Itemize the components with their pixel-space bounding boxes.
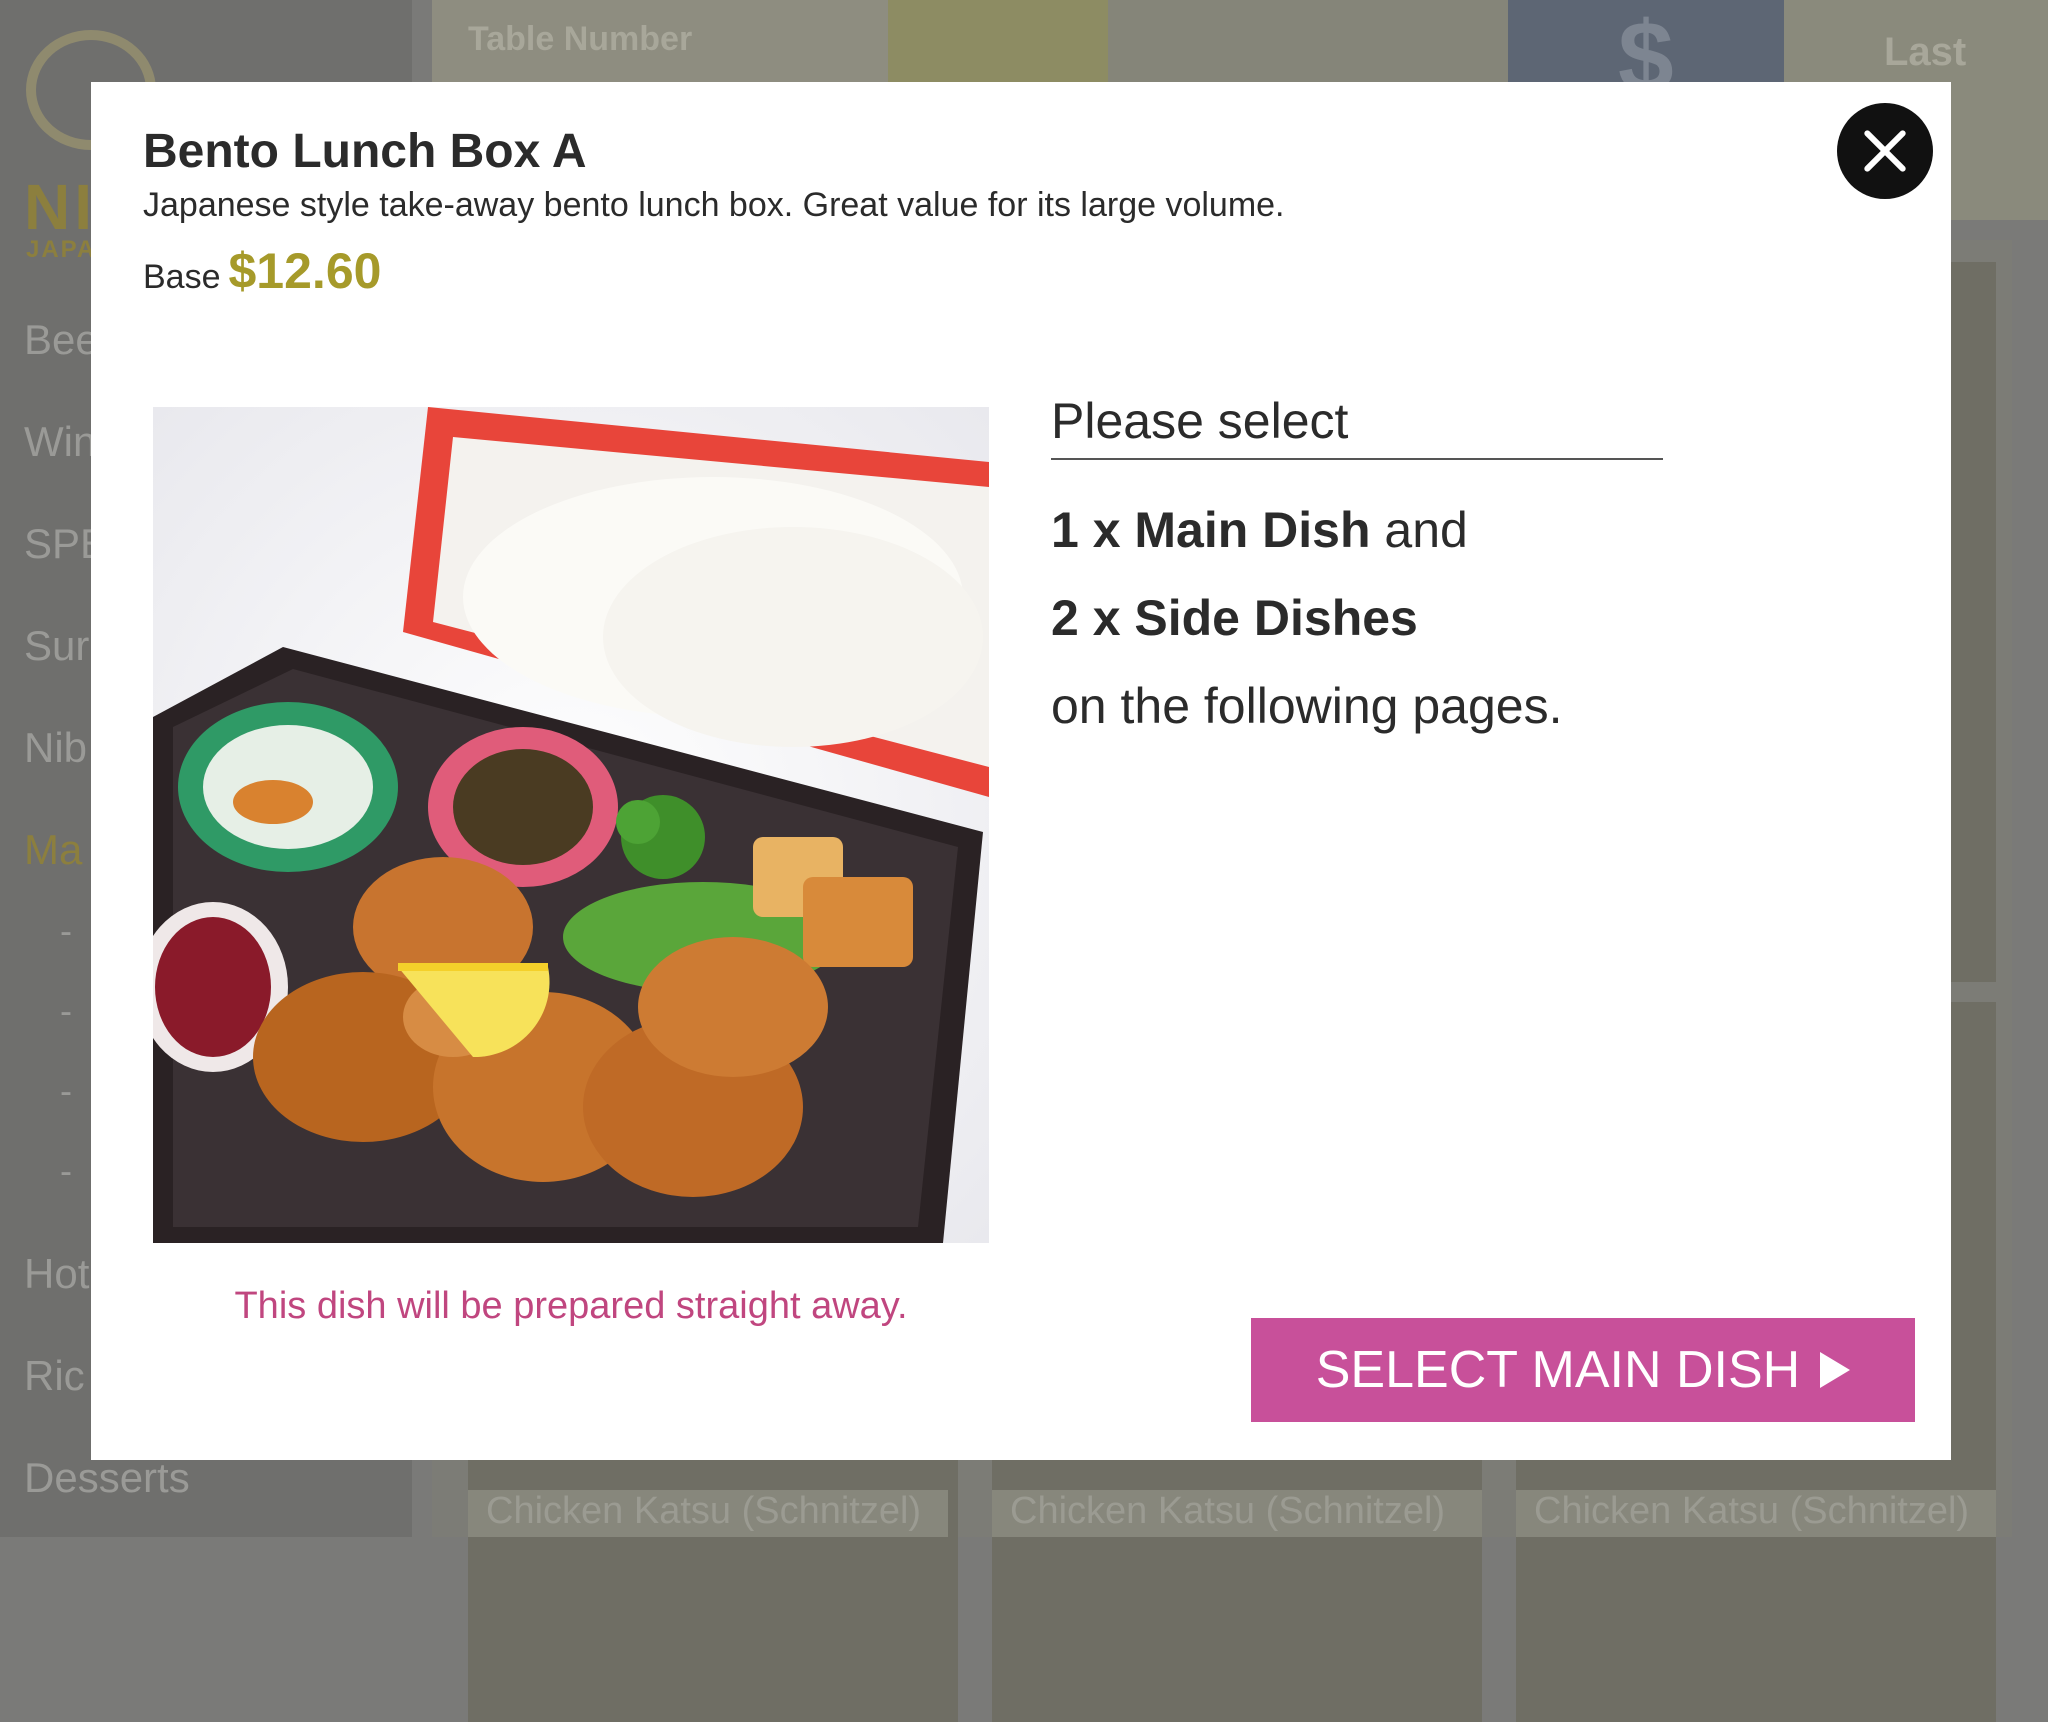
menu-card-caption: Chicken Katsu (Schnitzel): [1516, 1490, 1996, 1537]
sidebar-subitem[interactable]: -: [60, 990, 72, 1032]
instructions-heading: Please select: [1051, 392, 1663, 460]
bento-illustration: [153, 407, 989, 1243]
preparation-note: This dish will be prepared straight away…: [234, 1285, 908, 1327]
sidebar-subitem[interactable]: -: [60, 910, 72, 952]
instruction-side-dishes: 2 x Side Dishes: [1051, 574, 1671, 662]
close-icon[interactable]: [1837, 103, 1933, 199]
instruction-following-pages: on the following pages.: [1051, 678, 1563, 734]
sidebar-subitem[interactable]: -: [60, 1070, 72, 1112]
sidebar-item-rice[interactable]: Ric: [24, 1352, 85, 1400]
selection-instructions: Please select 1 x Main Dish and 2 x Side…: [1051, 392, 1671, 750]
item-title: Bento Lunch Box A: [143, 125, 587, 178]
side-dish-count: 2 x Side Dishes: [1051, 590, 1418, 646]
select-main-dish-button[interactable]: SELECT MAIN DISH: [1251, 1318, 1915, 1422]
select-main-dish-label: SELECT MAIN DISH: [1315, 1341, 1801, 1399]
play-triangle-icon: [1820, 1352, 1851, 1388]
logo-text: NI: [24, 171, 96, 243]
logo-subtext: JAPA: [26, 236, 97, 263]
item-price-row: Base $12.60: [143, 242, 381, 300]
sidebar-item-sushi[interactable]: Sur: [24, 622, 89, 670]
sidebar-item-nibbles[interactable]: Nib: [24, 724, 87, 772]
sidebar-item-desserts[interactable]: Desserts: [24, 1454, 190, 1502]
sidebar-item-beer[interactable]: Bee: [24, 316, 99, 364]
main-dish-count: 1 x Main Dish: [1051, 502, 1371, 558]
menu-card-caption: Chicken Katsu (Schnitzel): [468, 1490, 948, 1537]
sidebar-item-hot[interactable]: Hot: [24, 1250, 89, 1298]
item-detail-modal: Bento Lunch Box A Japanese style take-aw…: [91, 82, 1951, 1460]
instruction-main-dish: 1 x Main Dish and: [1051, 486, 1671, 574]
instruction-and: and: [1370, 502, 1468, 558]
item-description: Japanese style take-away bento lunch box…: [143, 186, 1285, 224]
sidebar-item-wine[interactable]: Win: [24, 418, 96, 466]
sidebar-item-mains[interactable]: Ma: [24, 826, 82, 874]
item-price: $12.60: [228, 243, 382, 299]
menu-card-caption: Chicken Katsu (Schnitzel): [992, 1490, 1482, 1537]
table-number-label: Table Number: [468, 20, 693, 58]
sidebar-subitem[interactable]: -: [60, 1150, 72, 1192]
last-order-label: Last: [1884, 30, 1967, 74]
base-label: Base: [143, 258, 221, 296]
bento-photo: [153, 407, 989, 1243]
